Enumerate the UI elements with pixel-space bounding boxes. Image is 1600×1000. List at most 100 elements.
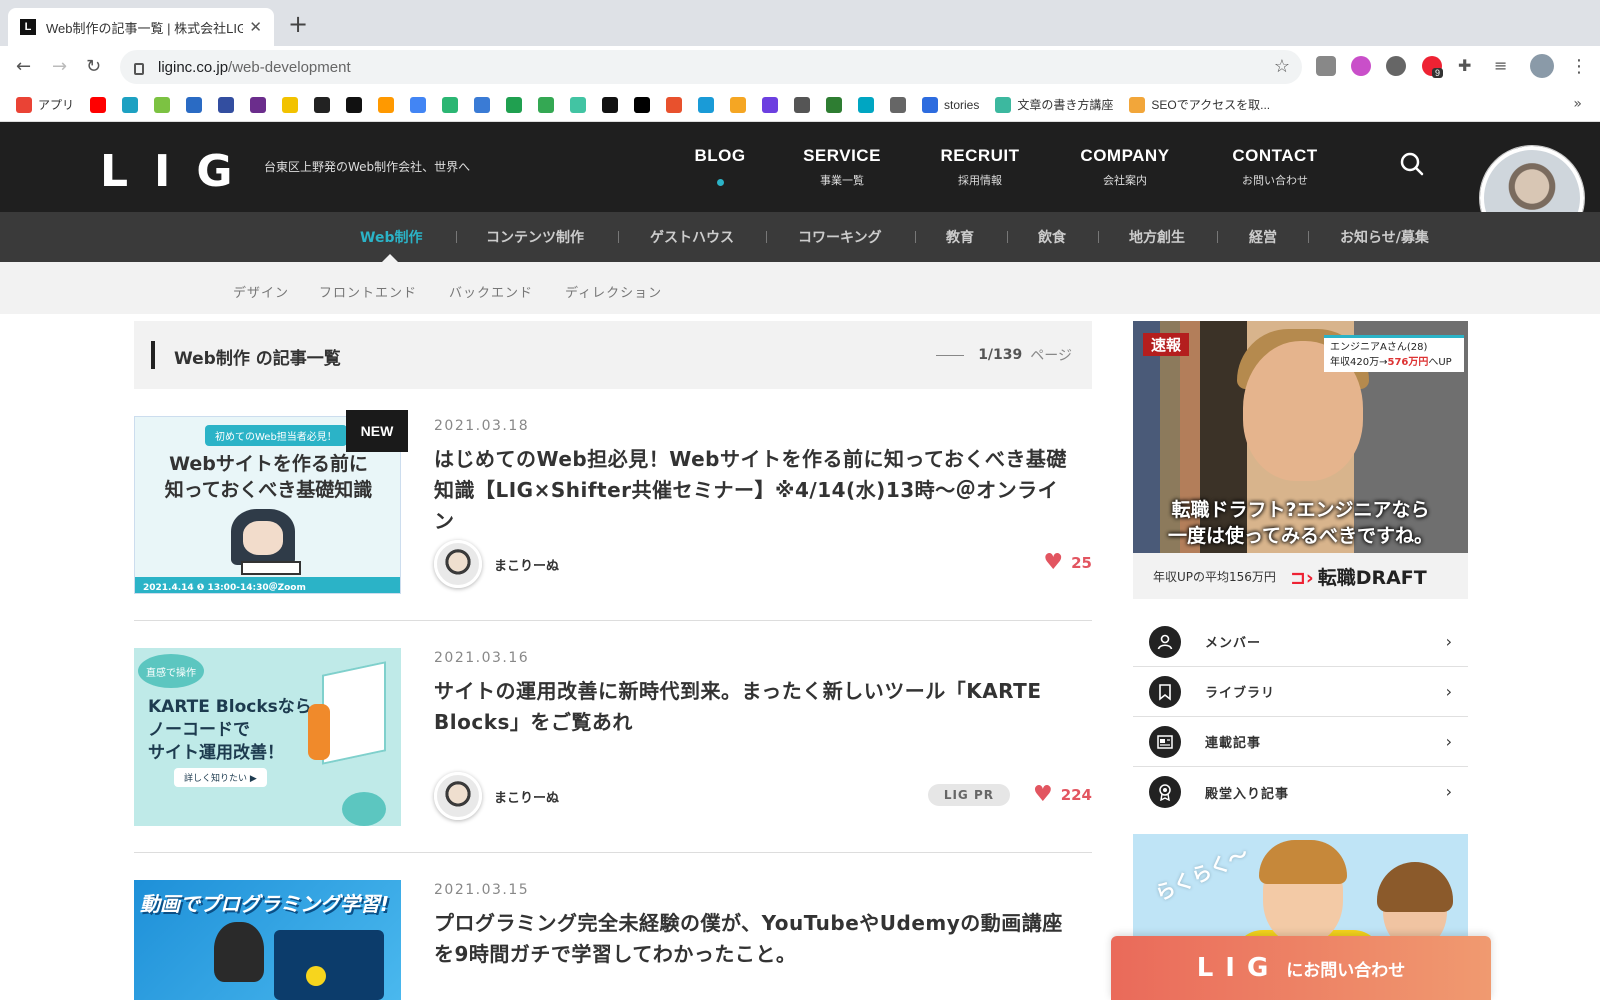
article-card[interactable]: 直感で操作 KARTE Blocksなら ノーコードで サイト運用改善！ 詳しく… — [134, 648, 1092, 828]
thumb-screen — [322, 661, 386, 765]
category-news[interactable]: お知らせ/募集 — [1340, 227, 1429, 247]
nav-recruit[interactable]: RECRUIT 採用情報 — [932, 146, 1028, 188]
bookmark-item[interactable] — [122, 96, 139, 113]
bookmark-item[interactable] — [730, 96, 747, 113]
sidebar-link-library[interactable]: ライブラリ › — [1133, 667, 1468, 717]
article-author[interactable]: まこりーぬ — [434, 540, 559, 588]
lig-logo[interactable]: LIG — [100, 146, 259, 197]
category-regional[interactable]: 地方創生 — [1129, 227, 1185, 247]
new-tab-button[interactable]: + — [288, 12, 308, 36]
url-path: /web-development — [228, 58, 351, 76]
subcategory-direction[interactable]: ディレクション — [565, 282, 662, 301]
category-management[interactable]: 経営 — [1249, 227, 1277, 247]
like-counter[interactable]: ♥ 25 — [1043, 552, 1092, 574]
category-divider — [915, 231, 916, 243]
paw-extension-icon[interactable] — [1386, 56, 1406, 76]
bookmark-item[interactable]: stories — [922, 96, 979, 113]
bookmark-item[interactable] — [314, 96, 331, 113]
bookmark-item[interactable] — [186, 96, 203, 113]
reload-icon[interactable]: ↻ — [86, 56, 101, 77]
bookmark-item[interactable] — [378, 96, 395, 113]
timer-extension-icon[interactable] — [1351, 56, 1371, 76]
author-avatar — [434, 772, 482, 820]
bookmark-item[interactable] — [282, 96, 299, 113]
category-coworking[interactable]: コワーキング — [798, 227, 882, 247]
category-contents[interactable]: コンテンツ制作 — [486, 227, 584, 247]
sidebar-link-members[interactable]: メンバー › — [1133, 617, 1468, 667]
bookmark-star-icon[interactable]: ☆ — [1274, 56, 1290, 77]
close-tab-icon[interactable]: ✕ — [249, 18, 262, 36]
article-card[interactable]: 初めてのWeb担当者必見！ Webサイトを作る前に 知っておくべき基礎知識 20… — [134, 410, 1092, 596]
browser-tab[interactable]: L Web制作の記事一覧 | 株式会社LIG ✕ — [8, 8, 274, 46]
category-food[interactable]: 飲食 — [1038, 227, 1066, 247]
bookmark-item[interactable] — [698, 96, 715, 113]
tab-title: Web制作の記事一覧 | 株式会社LIG — [46, 20, 244, 36]
profile-avatar[interactable] — [1530, 54, 1554, 78]
article-thumbnail[interactable]: 直感で操作 KARTE Blocksなら ノーコードで サイト運用改善！ 詳しく… — [134, 648, 401, 826]
pr-tag[interactable]: LIG PR — [927, 784, 1010, 806]
article-title[interactable]: プログラミング完全未経験の僕が、YouTubeやUdemyの動画講座を9時間ガチ… — [434, 908, 1074, 970]
newspaper-icon — [1149, 725, 1181, 758]
nav-service[interactable]: SERVICE 事業一覧 — [796, 146, 888, 188]
sidebar-link-hall-of-fame[interactable]: 殿堂入り記事 › — [1133, 767, 1468, 817]
bookmark-favicon-icon — [218, 96, 235, 113]
bookmark-item[interactable] — [410, 96, 427, 113]
thumb-date: 2021.4.14 ❶ 13:00-14:30＠Zoom — [135, 577, 400, 593]
article-title[interactable]: サイトの運用改善に新時代到来。まったく新しいツール「KARTE Blocks」を… — [434, 676, 1074, 738]
bookmark-item[interactable]: SEOでアクセスを取... — [1129, 96, 1270, 113]
bookmark-item[interactable] — [602, 96, 619, 113]
contact-floating-button[interactable]: LIG にお問い合わせ — [1111, 936, 1491, 1000]
bookmark-item[interactable] — [666, 96, 683, 113]
bookmark-item[interactable] — [250, 96, 267, 113]
article-card[interactable]: 動画でプログラミング学習! 2021.03.15 プログラミング完全未経験の僕が… — [134, 880, 1092, 1000]
bookmark-item[interactable] — [442, 96, 459, 113]
bookmark-item[interactable] — [570, 96, 587, 113]
bookmark-item[interactable] — [634, 96, 651, 113]
bookmark-item[interactable] — [506, 96, 523, 113]
bookmark-item[interactable] — [346, 96, 363, 113]
tenshoku-draft-ad[interactable]: 速報 エンジニアAさん(28) 年収420万→576万円へUP 転職ドラフト?エ… — [1133, 321, 1468, 599]
category-education[interactable]: 教育 — [946, 227, 974, 247]
bookmark-item[interactable]: アプリ — [16, 96, 74, 113]
ad-info-value: 年収420万 — [1330, 357, 1380, 368]
search-icon[interactable] — [1400, 152, 1424, 176]
bookmark-item[interactable] — [538, 96, 555, 113]
menu-dots-icon[interactable]: ⋮ — [1570, 56, 1588, 77]
bookmark-item[interactable] — [762, 96, 779, 113]
article-title[interactable]: はじめてのWeb担必見！Webサイトを作る前に知っておくべき基礎知識【LIG×S… — [434, 444, 1074, 537]
article-author[interactable]: まこりーぬ — [434, 772, 559, 820]
like-counter[interactable]: ♥ 224 — [1033, 784, 1092, 806]
breaking-badge: 速報 — [1143, 333, 1190, 356]
nav-blog[interactable]: BLOG — [690, 146, 750, 186]
category-guesthouse[interactable]: ゲストハウス — [650, 227, 734, 247]
bookmark-item[interactable] — [826, 96, 843, 113]
bookmark-item[interactable] — [154, 96, 171, 113]
bookmark-item[interactable] — [218, 96, 235, 113]
nav-service-label: SERVICE — [803, 146, 881, 165]
bookmark-favicon-icon — [346, 96, 363, 113]
bookmark-label: アプリ — [38, 98, 75, 112]
bookmark-item[interactable] — [474, 96, 491, 113]
address-bar[interactable]: liginc.co.jp/web-development ☆ — [120, 50, 1302, 84]
nav-company[interactable]: COMPANY 会社案内 — [1070, 146, 1180, 188]
category-web[interactable]: Web制作 — [360, 227, 422, 247]
nav-contact[interactable]: CONTACT お問い合わせ — [1224, 146, 1326, 188]
subcategory-backend[interactable]: バックエンド — [449, 282, 533, 301]
bookmark-item[interactable] — [90, 96, 107, 113]
subcategory-frontend[interactable]: フロントエンド — [319, 282, 417, 301]
bookmark-item[interactable] — [794, 96, 811, 113]
back-arrow-icon[interactable]: ← — [16, 56, 31, 77]
camera-extension-icon[interactable] — [1316, 56, 1336, 76]
forward-arrow-icon[interactable]: → — [52, 56, 67, 77]
article-thumbnail[interactable]: 動画でプログラミング学習! — [134, 880, 401, 1000]
bookmarks-overflow-icon[interactable]: » — [1573, 96, 1582, 112]
bookmark-item[interactable] — [890, 96, 907, 113]
bookmark-item[interactable] — [858, 96, 875, 113]
bookmarks-bar: アプリ stories 文章の書き方講座 SEOでアクセスを取... — [0, 88, 1600, 122]
subcategory-design[interactable]: デザイン — [233, 282, 289, 301]
puzzle-extension-icon[interactable]: ✚ — [1458, 56, 1471, 75]
media-control-icon[interactable]: ≡ — [1494, 56, 1507, 75]
bookmark-item[interactable]: 文章の書き方講座 — [995, 96, 1113, 113]
contact-label: にお問い合わせ — [1286, 960, 1406, 981]
sidebar-link-series[interactable]: 連載記事 › — [1133, 717, 1468, 767]
